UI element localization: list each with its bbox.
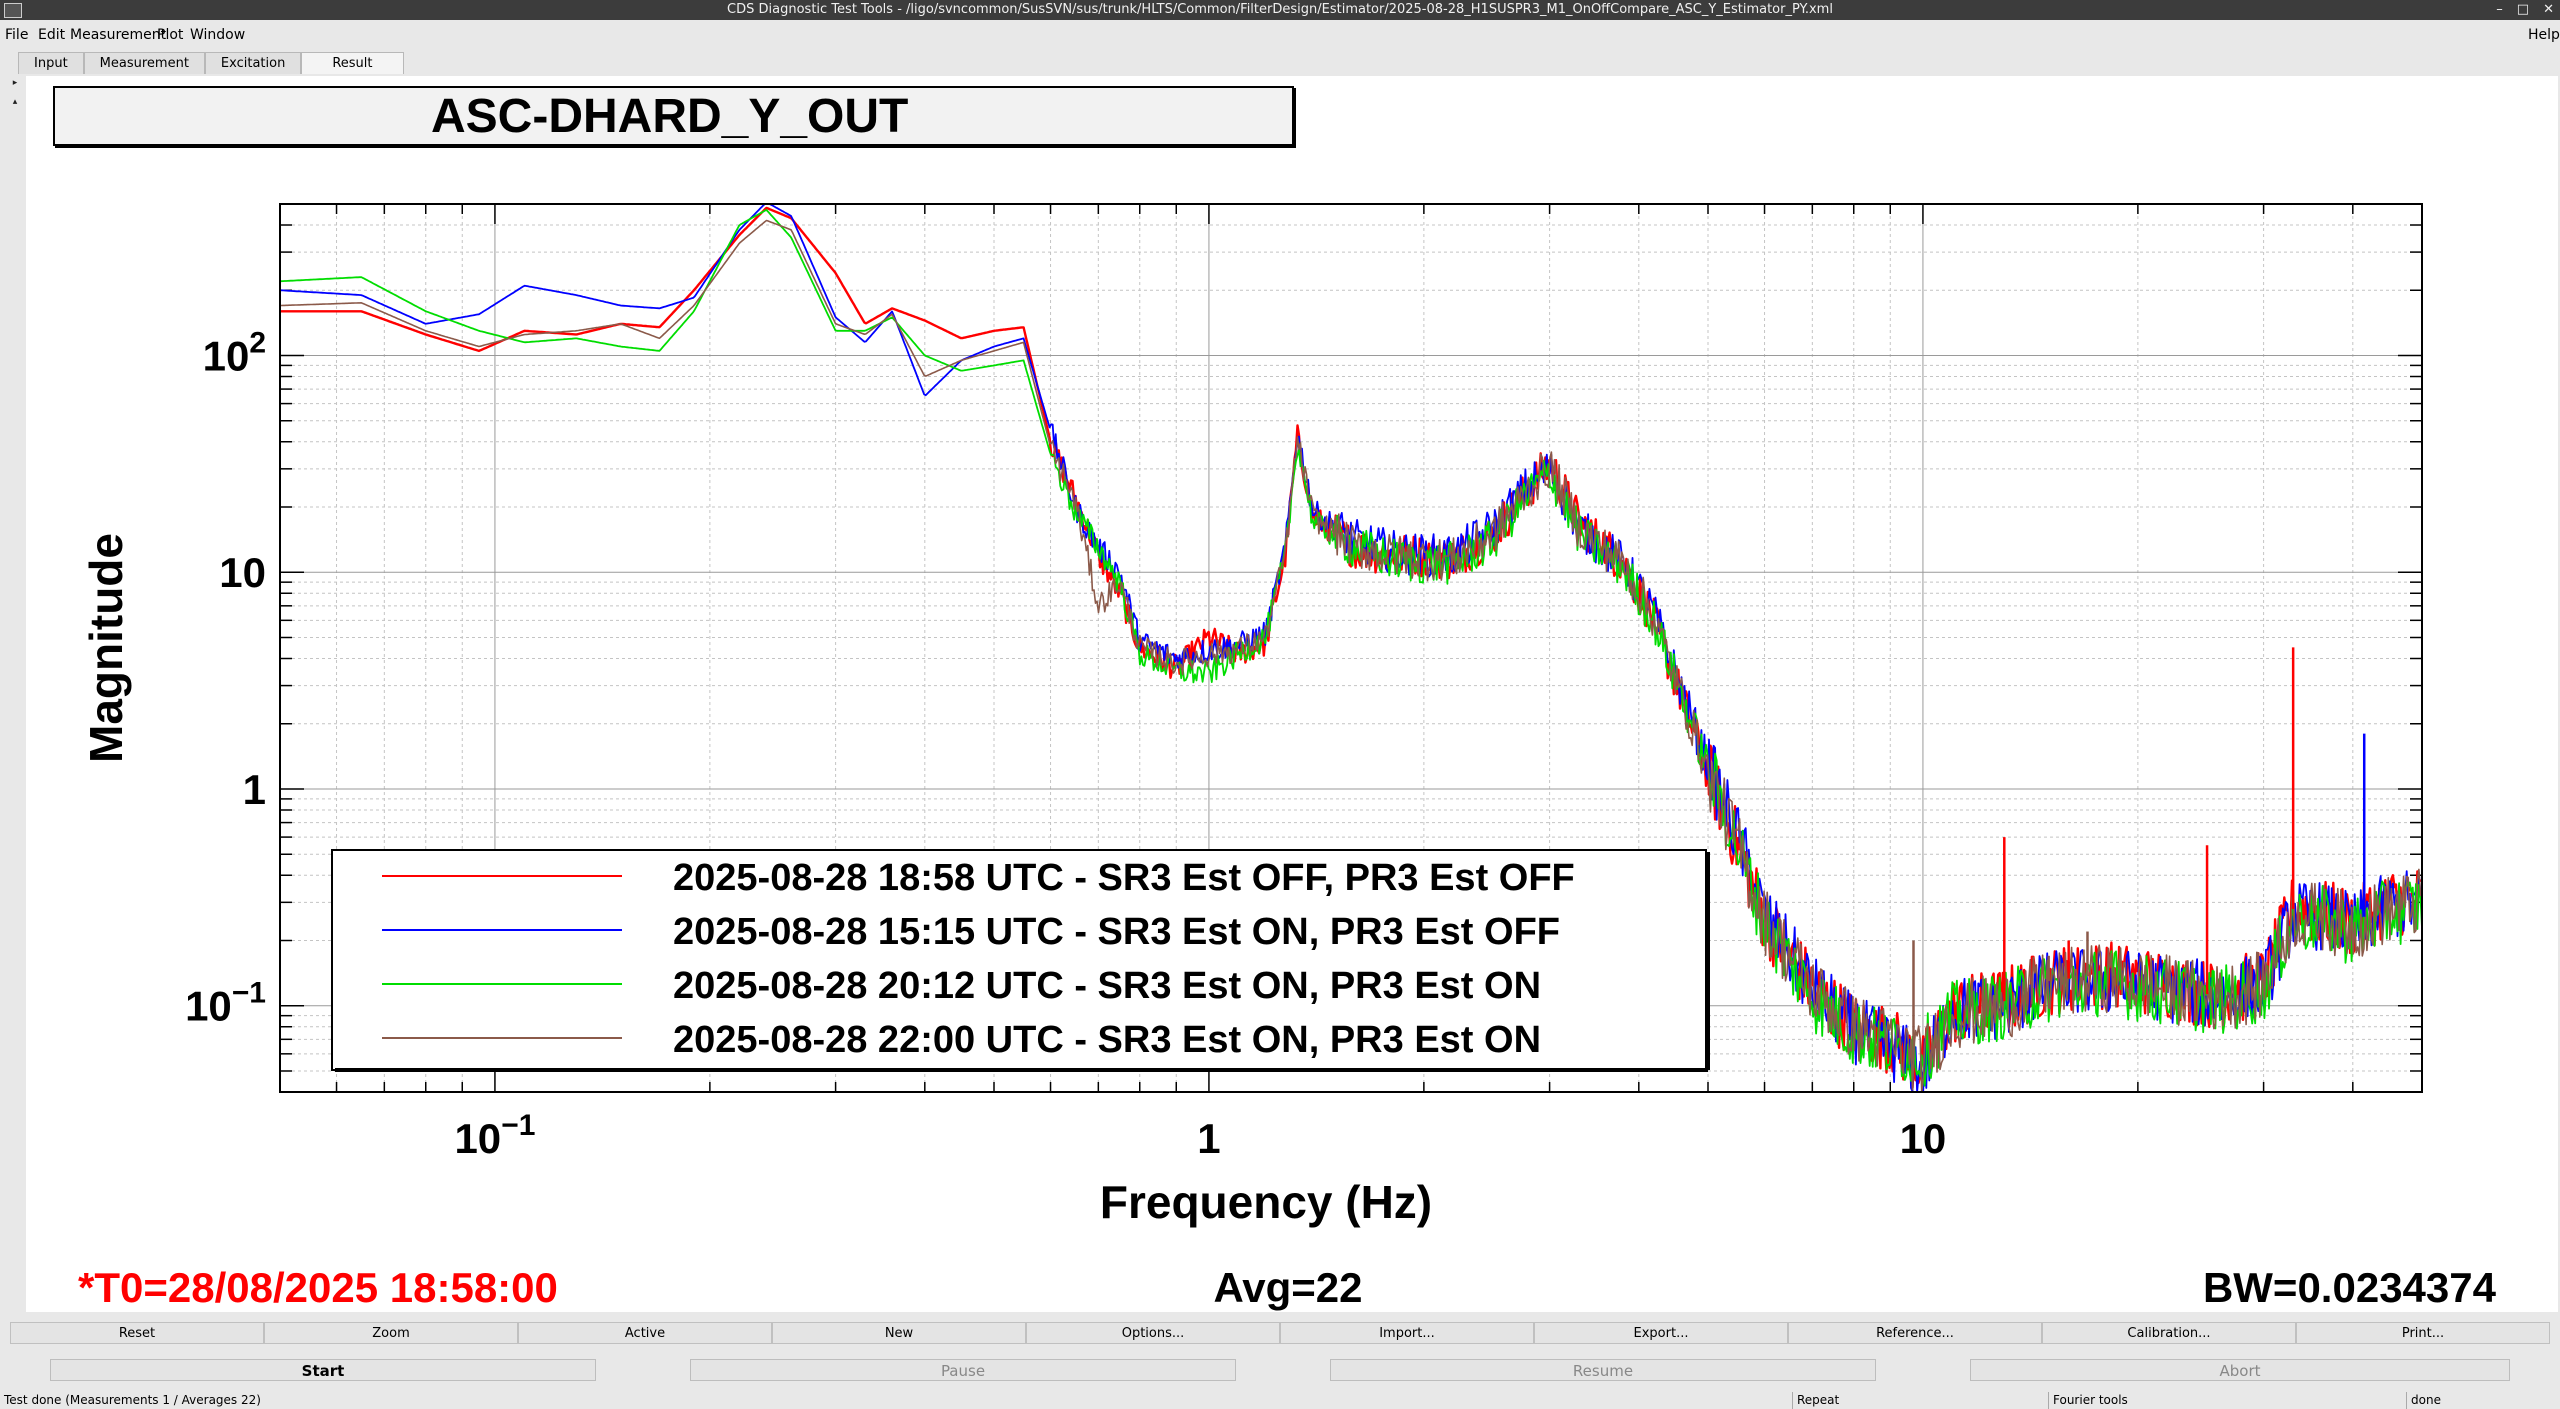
export-button[interactable]: Export... [1534,1322,1788,1344]
legend-entry-label: 2025-08-28 15:15 UTC - SR3 Est ON, PR3 E… [673,911,1560,953]
x-axis-label: Frequency (Hz) [1100,1176,1432,1228]
status-state: done [2406,1392,2441,1409]
abort-button[interactable]: Abort [1970,1359,2510,1381]
run-button-row: Start Pause Resume Abort [50,1359,2510,1383]
legend-entry-label: 2025-08-28 18:58 UTC - SR3 Est OFF, PR3 … [673,857,1575,899]
active-button[interactable]: Active [518,1322,772,1344]
status-bar: Test done (Measurements 1 / Averages 22)… [0,1392,2560,1409]
y-tick-label: 10 [219,549,266,596]
y-tick-label: 1 [243,766,266,813]
reset-button[interactable]: Reset [10,1322,264,1344]
x-tick-label: 10 [1900,1115,1947,1162]
print-button[interactable]: Print... [2296,1322,2550,1344]
status-message: Test done (Measurements 1 / Averages 22) [4,1393,261,1407]
legend-entry-label: 2025-08-28 22:00 UTC - SR3 Est ON, PR3 E… [673,1019,1541,1061]
options-button[interactable]: Options... [1026,1322,1280,1344]
reference-button[interactable]: Reference... [1788,1322,2042,1344]
calibration-button[interactable]: Calibration... [2042,1322,2296,1344]
legend-entry-label: 2025-08-28 20:12 UTC - SR3 Est ON, PR3 E… [673,965,1541,1007]
y-tick-labels: 102 10 1 10−1 [185,327,266,1030]
avg-label: Avg=22 [1213,1264,1362,1311]
zoom-button[interactable]: Zoom [264,1322,518,1344]
y-tick-label: 10−1 [185,977,266,1030]
pause-button[interactable]: Pause [690,1359,1236,1381]
legend: 2025-08-28 18:58 UTC - SR3 Est OFF, PR3 … [331,849,1710,1072]
new-button[interactable]: New [772,1322,1026,1344]
y-axis-label: Magnitude [80,533,132,763]
x-tick-labels: 10−1 1 10 [454,1109,1946,1162]
resume-button[interactable]: Resume [1330,1359,1876,1381]
x-tick-label: 10−1 [454,1109,535,1162]
import-button[interactable]: Import... [1280,1322,1534,1344]
status-fourier-tools: Fourier tools [2048,1392,2128,1409]
bw-label: BW=0.0234374 [2203,1264,2497,1311]
y-tick-label: 102 [203,327,266,380]
t0-label: *T0=28/08/2025 18:58:00 [78,1264,558,1311]
status-repeat: Repeat [1792,1392,1839,1409]
start-button[interactable]: Start [50,1359,596,1381]
plot-button-row: Reset Zoom Active New Options... Import.… [10,1322,2550,1344]
plot-svg: 10−1 1 10 102 10 1 10−1 Frequency (Hz) Magnit… [78,203,2497,1311]
x-tick-label: 1 [1197,1115,1220,1162]
